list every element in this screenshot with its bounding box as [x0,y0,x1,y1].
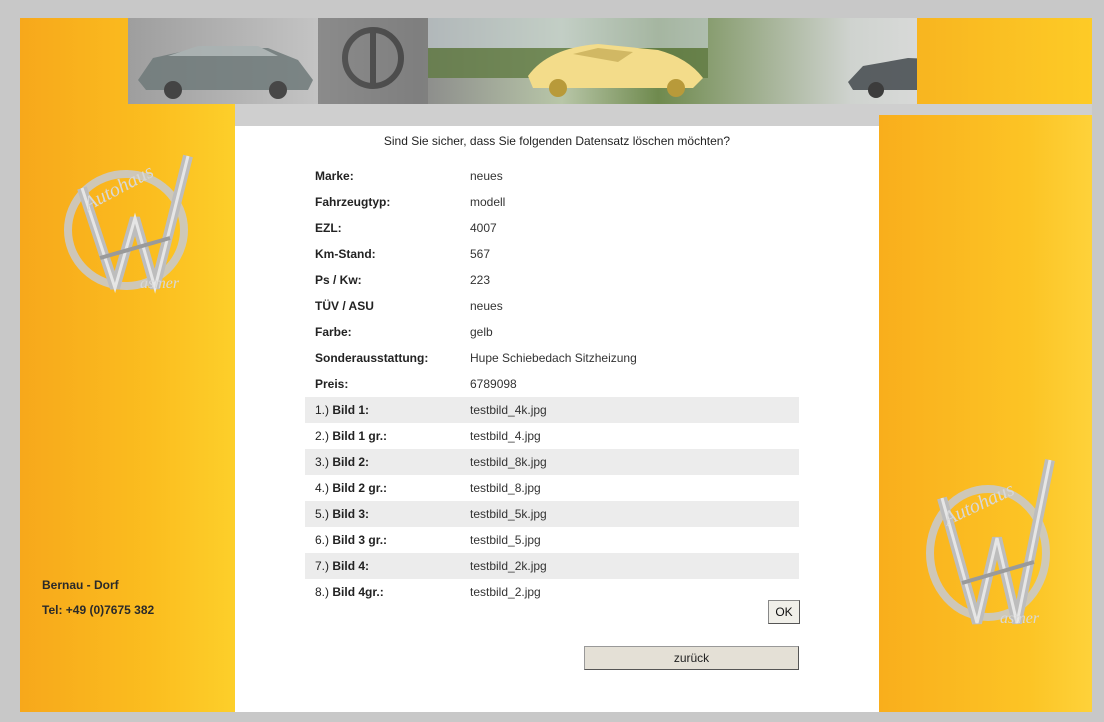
image-filename: testbild_4.jpg [470,429,541,443]
image-label-text: Bild 3 gr.: [332,533,388,547]
image-label: 5.) Bild 3: [305,507,470,521]
image-label: 4.) Bild 2 gr.: [305,481,470,495]
image-label-text: Bild 1 gr.: [332,429,388,443]
svg-text:asmer: asmer [140,275,180,292]
image-row: 2.) Bild 1 gr.: testbild_4.jpg [305,423,799,449]
field-label: Marke: [315,169,354,183]
image-label-text: Bild 3: [332,507,370,521]
autohaus-logo-right[interactable]: Autohaus asmer [922,458,1062,636]
image-label: 3.) Bild 2: [305,455,470,469]
image-row: 5.) Bild 3: testbild_5k.jpg [305,501,799,527]
field-value: 4007 [470,221,497,235]
image-label: 7.) Bild 4: [305,559,470,573]
image-filename: testbild_5.jpg [470,533,541,547]
field-value: 6789098 [470,377,517,391]
delete-confirm-panel: Sind Sie sicher, dass Sie folgenden Date… [235,126,879,712]
ok-button[interactable]: OK [768,600,800,624]
image-filename: testbild_4k.jpg [470,403,547,417]
field-value: 567 [470,247,491,261]
svg-text:asmer: asmer [1000,610,1040,627]
field-label: Km-Stand: [315,247,376,261]
image-filename: testbild_2k.jpg [470,559,547,573]
image-row: 7.) Bild 4: testbild_2k.jpg [305,553,799,579]
field-label: Sonderausstattung: [315,351,429,365]
image-label: 6.) Bild 3 gr.: [305,533,470,547]
field-label: Preis: [315,377,349,391]
field-row: Sonderausstattung: Hupe Schiebedach Sitzh… [305,345,799,371]
contact-phone: Tel: +49 (0)7675 382 [42,603,155,617]
field-value: gelb [470,325,493,339]
field-label: Fahrzeugtyp: [315,195,391,209]
image-filename: testbild_8.jpg [470,481,541,495]
field-row: Fahrzeugtyp: modell [305,189,799,215]
field-label: TÜV / ASU [315,299,374,313]
image-label: 8.) Bild 4gr.: [305,585,470,599]
field-value: modell [470,195,506,209]
image-label-text: Bild 2 gr.: [332,481,388,495]
image-number: 3.) [315,455,330,469]
image-filename: testbild_2.jpg [470,585,541,599]
image-filename: testbild_8k.jpg [470,455,547,469]
field-row: EZL: 4007 [305,215,799,241]
image-number: 8.) [315,585,330,599]
field-row: Marke: neues [305,163,799,189]
image-label: 1.) Bild 1: [305,403,470,417]
autohaus-logo-left[interactable]: Autohaus asmer [60,148,200,301]
field-row: Preis: 6789098 [305,371,799,397]
image-label-text: Bild 4gr.: [332,585,384,599]
delete-question: Sind Sie sicher, dass Sie folgenden Date… [383,134,731,148]
image-label: 2.) Bild 1 gr.: [305,429,470,443]
field-label: Ps / Kw: [315,273,362,287]
back-button[interactable]: zurück [584,646,799,670]
logo-icon: Autohaus asmer [926,459,1055,627]
image-number: 6.) [315,533,330,547]
image-row: 6.) Bild 3 gr.: testbild_5.jpg [305,527,799,553]
field-label: Farbe: [315,325,352,339]
contact-location: Bernau - Dorf [42,578,119,592]
image-number: 4.) [315,481,330,495]
image-number: 7.) [315,559,330,573]
image-number: 1.) [315,403,330,417]
field-value: neues [470,299,503,313]
image-number: 5.) [315,507,330,521]
banner-accent [917,18,1092,104]
field-row: TÜV / ASU neues [305,293,799,319]
field-row: Farbe: gelb [305,319,799,345]
field-value: Hupe Schiebedach Sitzheizung [470,351,637,365]
image-row: 3.) Bild 2: testbild_8k.jpg [305,449,799,475]
image-number: 2.) [315,429,330,443]
field-value: 223 [470,273,491,287]
image-row: 8.) Bild 4gr.: testbild_2.jpg [305,579,799,605]
logo-icon: Autohaus asmer [64,154,193,294]
image-filename: testbild_5k.jpg [470,507,547,521]
field-row: Ps / Kw: 223 [305,267,799,293]
field-row: Km-Stand: 567 [305,241,799,267]
image-label-text: Bild 4: [332,559,370,573]
image-label-text: Bild 2: [332,455,370,469]
image-row: 1.) Bild 1: testbild_4k.jpg [305,397,799,423]
image-row: 4.) Bild 2 gr.: testbild_8.jpg [305,475,799,501]
field-label: EZL: [315,221,342,235]
field-value: neues [470,169,503,183]
record-details: Marke: neues Fahrzeugtyp: modell EZL: 4007 … [305,163,799,605]
image-label-text: Bild 1: [332,403,370,417]
content-top-bar [235,104,879,126]
